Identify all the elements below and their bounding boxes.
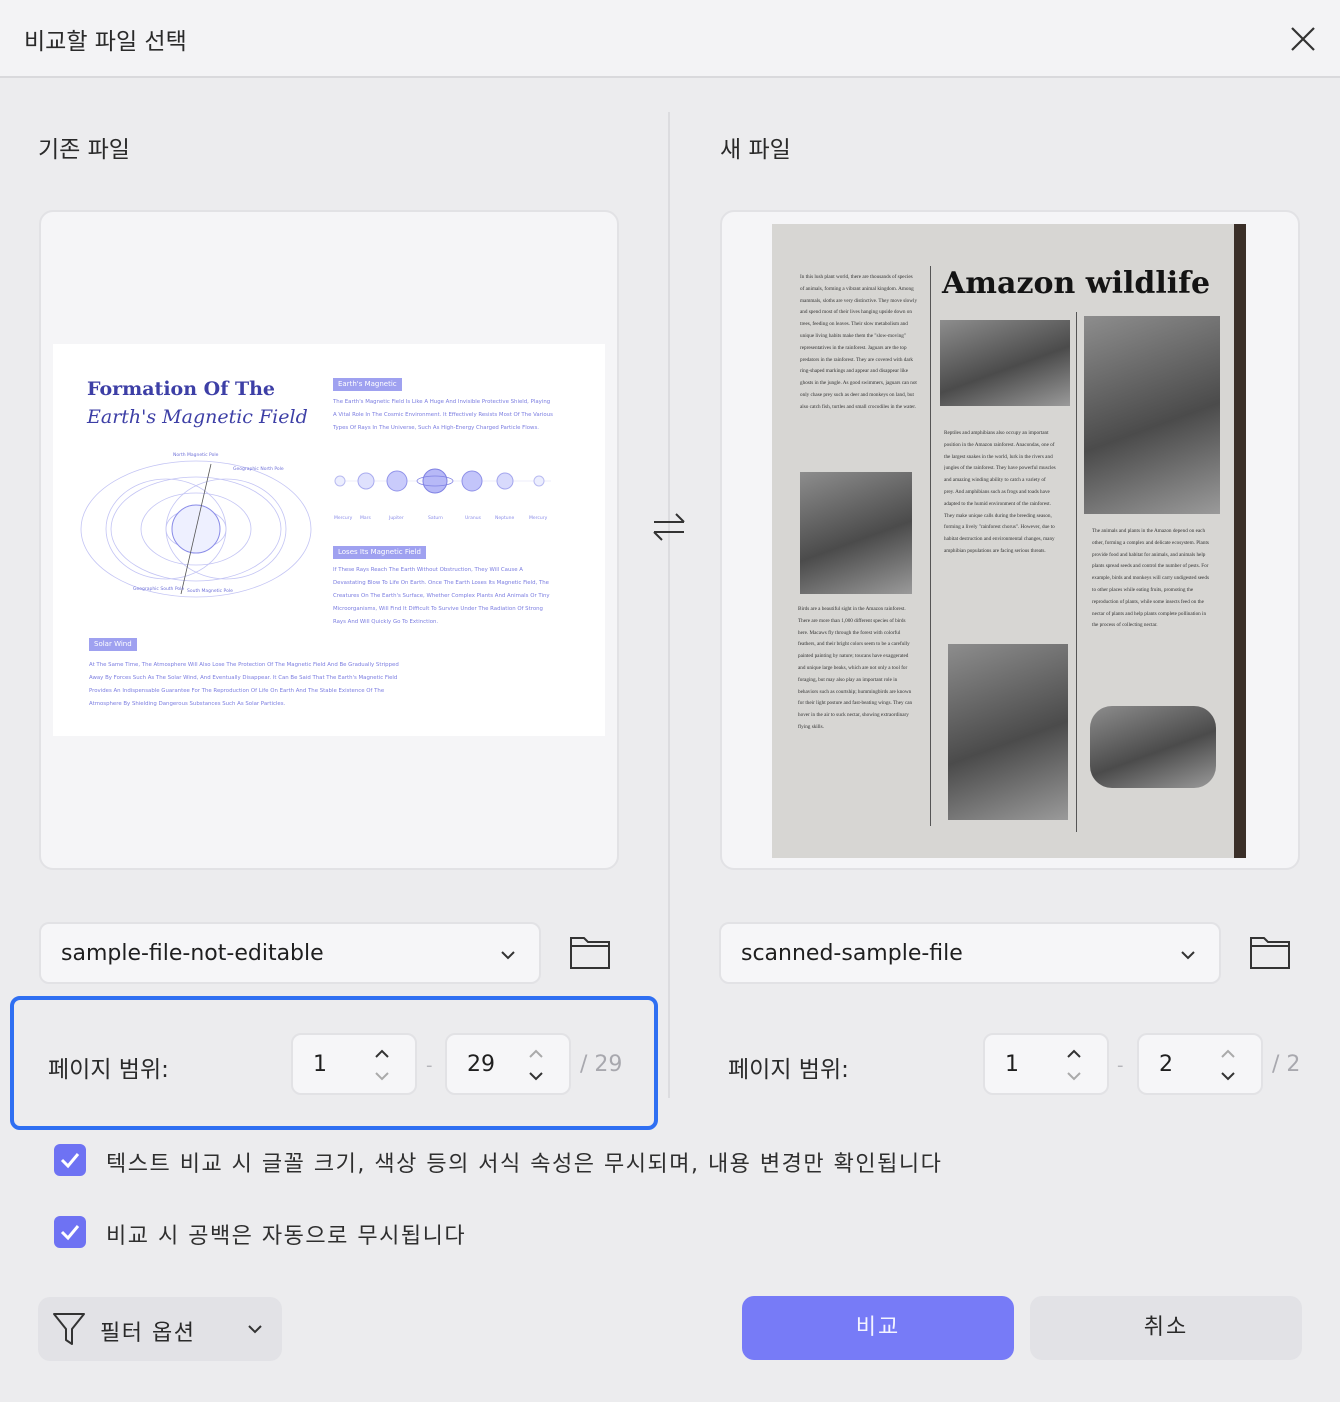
original-page-total: / 29 (580, 1052, 623, 1077)
filter-options-button[interactable]: 필터 옵션 (38, 1297, 282, 1361)
ignore-whitespace-text: 비교 시 공백은 자동으로 무시됩니다 (106, 1224, 467, 1249)
range-dash: - (426, 1055, 433, 1076)
range-dash: - (1117, 1055, 1124, 1076)
new-file-preview: Amazon wildlife In this lush plant world… (720, 210, 1300, 870)
dialog-title: 비교할 파일 선택 (24, 29, 187, 55)
original-page-from-value: 1 (313, 1052, 327, 1077)
planet-label: Mercury (334, 515, 353, 521)
scanned-document-thumbnail: Amazon wildlife In this lush plant world… (772, 224, 1246, 858)
chevron-down-icon (1181, 951, 1195, 960)
new-page-total: / 2 (1272, 1052, 1301, 1077)
ignore-whitespace-option: 비교 시 공백은 자동으로 무시됩니다 (54, 1216, 654, 1250)
document-thumbnail: Formation Of The Earth's Magnetic Field … (53, 344, 605, 736)
snowy-owl-photo (1090, 706, 1216, 788)
scan-text-column: In this lush plant world, there are thou… (800, 274, 918, 410)
new-page-to-stepper[interactable]: 2 (1137, 1033, 1263, 1095)
checkmark-icon (60, 1153, 80, 1169)
pole-label: Geographic North Pole (233, 466, 284, 472)
pole-label: North Magnetic Pole (173, 452, 219, 458)
original-file-label: 기존 파일 (38, 137, 130, 163)
new-page-from-value: 1 (1005, 1052, 1019, 1077)
chevron-down-icon[interactable] (373, 1069, 391, 1083)
frog-photo (1084, 316, 1220, 514)
doc-tag: Solar Wind (89, 638, 137, 651)
chevron-down-icon (501, 951, 515, 960)
folder-icon[interactable] (1248, 930, 1292, 974)
original-page-to-stepper[interactable]: 29 (445, 1033, 571, 1095)
planet-label: Uranus (465, 515, 482, 521)
scan-text-column: The animals and plants in the Amazon dep… (1092, 528, 1209, 629)
swap-arrows-icon[interactable] (650, 508, 688, 546)
doc-tag: Earth's Magnetic (333, 378, 402, 391)
ignore-whitespace-checkbox[interactable] (54, 1216, 86, 1248)
new-file-label: 새 파일 (720, 137, 791, 163)
planet-label: Jupiter (388, 515, 404, 521)
close-icon[interactable] (1284, 20, 1322, 58)
folder-icon[interactable] (568, 930, 612, 974)
doc-title-line2: Earth's Magnetic Field (87, 406, 308, 428)
checkmark-icon (60, 1225, 80, 1241)
ignore-format-option: 텍스트 비교 시 글꼴 크기, 색상 등의 서식 속성은 무시되며, 내용 변경… (54, 1144, 1054, 1178)
scan-title: Amazon wildlife (942, 266, 1211, 301)
pole-label: South Magnetic Pole (187, 588, 233, 594)
planet-label: Mars (360, 515, 371, 521)
original-page-from-stepper[interactable]: 1 (291, 1033, 417, 1095)
doc-tag: Loses Its Magnetic Field (333, 546, 427, 559)
column-rule (930, 266, 931, 826)
cancel-button[interactable]: 취소 (1030, 1296, 1302, 1360)
doc-paragraph: The Earth's Magnetic Field Is Like A Hug… (333, 399, 553, 431)
new-page-to-value: 2 (1159, 1052, 1173, 1077)
chevron-up-icon[interactable] (1065, 1047, 1083, 1061)
doc-title-line1: Formation Of The (87, 378, 276, 400)
ignore-format-text: 텍스트 비교 시 글꼴 크기, 색상 등의 서식 속성은 무시되며, 내용 변경… (106, 1152, 943, 1177)
dialog-titlebar: 비교할 파일 선택 (0, 0, 1340, 78)
column-divider (668, 112, 670, 1098)
new-page-range-label: 페이지 범위: (728, 1057, 849, 1083)
new-file-name: scanned-sample-file (741, 941, 963, 966)
planet-label: Mercury (529, 515, 548, 521)
doc-paragraph: If These Rays Reach The Earth Without Ob… (333, 567, 550, 625)
filter-icon (53, 1313, 85, 1345)
flamingo-photo (800, 472, 912, 594)
owl-photo (940, 320, 1070, 406)
planet-row: Mercury Mars Jupiter Saturn Uranus Neptu… (334, 468, 551, 521)
original-file-name: sample-file-not-editable (61, 941, 324, 966)
chevron-down-icon[interactable] (1065, 1069, 1083, 1083)
chevron-down-icon[interactable] (1219, 1069, 1237, 1083)
compare-button[interactable]: 비교 (742, 1296, 1014, 1360)
scan-text-column: Reptiles and amphibians also occupy an i… (944, 430, 1056, 554)
original-page-to-value: 29 (467, 1052, 495, 1077)
original-page-range-label: 페이지 범위: (48, 1057, 169, 1083)
column-rule (1076, 312, 1077, 832)
chevron-up-icon[interactable] (373, 1047, 391, 1061)
planet-label: Saturn (428, 515, 443, 521)
filter-options-label: 필터 옵션 (100, 1321, 196, 1346)
original-file-preview: Formation Of The Earth's Magnetic Field … (39, 210, 619, 870)
ignore-format-checkbox[interactable] (54, 1144, 86, 1176)
original-file-select[interactable]: sample-file-not-editable (39, 922, 541, 984)
scan-text-column: Birds are a beautiful sight in the Amazo… (798, 606, 913, 730)
scan-edge (1234, 224, 1246, 858)
chevron-up-icon[interactable] (1219, 1047, 1237, 1061)
new-file-select[interactable]: scanned-sample-file (719, 922, 1221, 984)
new-page-from-stepper[interactable]: 1 (983, 1033, 1109, 1095)
pole-label: Geographic South Pole (133, 586, 184, 592)
chevron-down-icon[interactable] (527, 1069, 545, 1083)
magnetic-field-diagram: North Magnetic Pole Geographic North Pol… (80, 452, 312, 598)
doc-paragraph: At The Same Time, The Atmosphere Will Al… (89, 662, 399, 707)
planet-label: Neptune (495, 515, 514, 521)
giraffe-photo (948, 644, 1068, 820)
chevron-down-icon (248, 1325, 262, 1334)
chevron-up-icon[interactable] (527, 1047, 545, 1061)
